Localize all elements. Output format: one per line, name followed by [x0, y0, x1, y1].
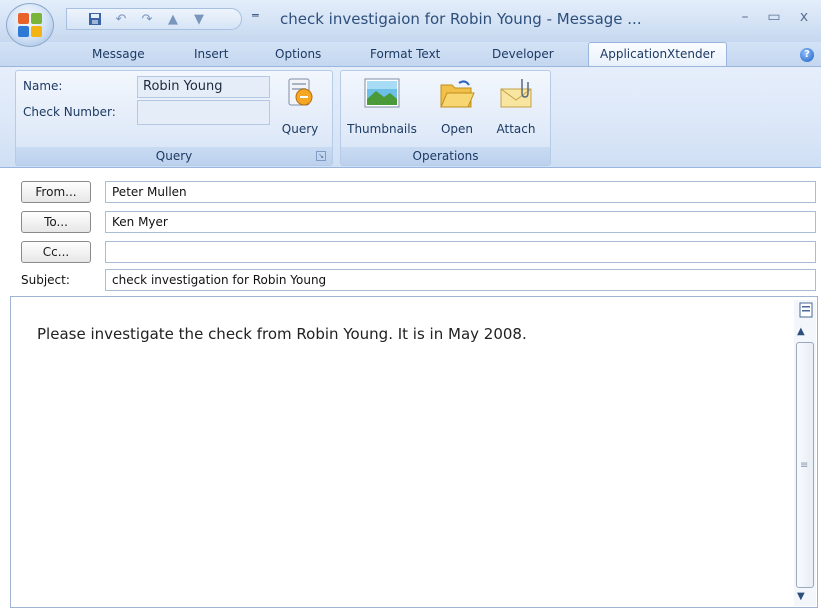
view-ruler-icon[interactable]	[798, 302, 813, 318]
window-title: check investigaion for Robin Young - Mes…	[280, 10, 642, 28]
attach-button[interactable]: Attach	[491, 77, 541, 136]
scroll-grip-icon: ≡	[800, 460, 809, 471]
open-folder-icon	[440, 80, 475, 108]
ribbon-tabs: Message Insert Options Format Text Devel…	[0, 42, 821, 67]
office-logo-icon	[18, 13, 42, 37]
attach-envelope-icon	[500, 79, 532, 108]
subject-field[interactable]: check investigation for Robin Young	[105, 269, 816, 291]
cc-button[interactable]: Cc...	[21, 241, 91, 263]
message-body-text: Please investigate the check from Robin …	[37, 325, 527, 343]
name-label: Name:	[23, 79, 63, 93]
operations-group-label: Operations	[341, 147, 550, 165]
from-button[interactable]: From...	[21, 181, 91, 203]
previous-item-icon[interactable]: ▲	[165, 11, 181, 27]
thumbnails-icon	[364, 78, 400, 108]
undo-icon[interactable]: ↶	[113, 11, 129, 27]
title-bar: ↶ ↷ ▲ ▼ ═ check investigaion for Robin Y…	[0, 0, 821, 47]
ribbon: Name: Robin Young Check Number: Query Qu…	[0, 66, 821, 168]
thumbnails-button[interactable]: Thumbnails	[347, 77, 417, 136]
thumbnails-button-label: Thumbnails	[347, 122, 417, 136]
to-button[interactable]: To...	[21, 211, 91, 233]
query-group: Name: Robin Young Check Number: Query Qu…	[15, 70, 333, 166]
scroll-down-icon[interactable]: ▼	[797, 591, 805, 602]
subject-label: Subject:	[21, 273, 70, 287]
dialog-launcher-icon[interactable]: ↘	[316, 151, 326, 161]
tab-developer[interactable]: Developer	[492, 47, 554, 61]
next-item-icon[interactable]: ▼	[191, 11, 207, 27]
tab-insert[interactable]: Insert	[194, 47, 228, 61]
check-number-field[interactable]	[137, 100, 270, 125]
operations-group: Thumbnails Open Attach Operations	[340, 70, 551, 166]
help-icon[interactable]: ?	[800, 48, 814, 62]
query-button[interactable]: Query	[275, 76, 325, 136]
to-field[interactable]: Ken Myer	[105, 211, 816, 233]
customize-toolbar-icon[interactable]: ═	[252, 9, 259, 22]
tab-message[interactable]: Message	[92, 47, 145, 61]
name-field[interactable]: Robin Young	[137, 76, 270, 98]
tab-options[interactable]: Options	[275, 47, 321, 61]
redo-icon[interactable]: ↷	[139, 11, 155, 27]
open-button-label: Open	[440, 122, 474, 136]
check-number-label: Check Number:	[23, 105, 116, 119]
quick-access-toolbar: ↶ ↷ ▲ ▼	[66, 8, 242, 30]
open-button[interactable]: Open	[437, 77, 477, 136]
tab-applicationxtender[interactable]: ApplicationXtender	[588, 42, 727, 67]
query-icon	[288, 78, 313, 106]
maximize-button[interactable]: ▭	[763, 9, 785, 29]
tab-format-text[interactable]: Format Text	[370, 47, 440, 61]
office-button[interactable]	[6, 3, 54, 47]
close-button[interactable]: x	[793, 9, 815, 29]
scroll-up-icon[interactable]: ▲	[797, 326, 805, 337]
cc-field[interactable]	[105, 241, 816, 263]
save-icon[interactable]	[87, 11, 103, 27]
minimize-button[interactable]: –	[734, 9, 756, 29]
attach-button-label: Attach	[496, 122, 536, 136]
from-field[interactable]: Peter Mullen	[105, 181, 816, 203]
query-button-label: Query	[281, 122, 319, 136]
query-group-label: Query	[16, 147, 332, 165]
